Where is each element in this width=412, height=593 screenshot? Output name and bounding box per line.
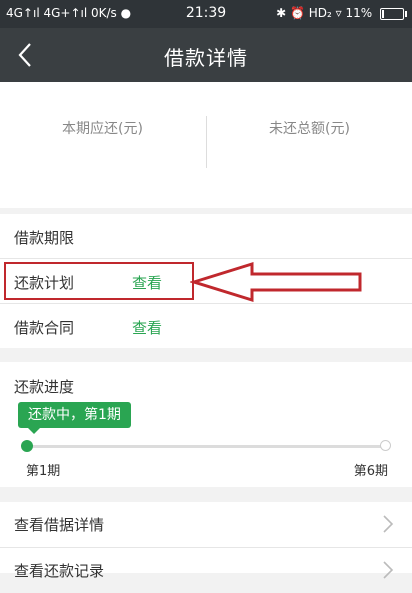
progress-current-dot — [21, 440, 33, 452]
view-loan-contract-link[interactable]: 查看 — [132, 317, 162, 338]
nav-bar: 借款详情 — [0, 28, 412, 82]
loan-summary: 本期应还(元) 未还总额(元) — [0, 82, 412, 208]
loan-detail-row[interactable]: 查看借据详情 — [0, 502, 412, 547]
annotation-highlight-box — [4, 262, 194, 300]
status-icons-text: ✱ ⏰ HD₂ ▿ 11% — [276, 6, 373, 20]
chevron-right-icon — [383, 561, 394, 579]
loan-detail-label: 查看借据详情 — [14, 516, 105, 534]
progress-track — [26, 445, 386, 448]
status-bar: 4G↑ıl 4G+↑ıl 0K/s ● 21:39 ✱ ⏰ HD₂ ▿ 11% — [0, 0, 412, 28]
total-unpaid-label: 未还总额(元) — [269, 121, 350, 137]
loan-contract-label: 借款合同 — [14, 319, 75, 337]
status-badge: 还款中，第1期 — [18, 402, 131, 434]
loan-term-label: 借款期限 — [14, 229, 75, 247]
repayment-progress-card: 还款进度 还款中，第1期 第1期 第6期 — [0, 362, 412, 487]
chevron-right-icon — [383, 515, 394, 533]
battery-icon — [380, 7, 407, 20]
repay-record-label: 查看还款记录 — [14, 562, 105, 580]
progress-end-label: 第6期 — [353, 464, 388, 479]
progress-title: 还款进度 — [14, 378, 75, 396]
progress-end-dot — [380, 440, 391, 451]
loan-term-row: 借款期限 — [0, 214, 412, 259]
progress-start-label: 第1期 — [26, 464, 61, 479]
page-title: 借款详情 — [164, 46, 248, 70]
annotation-arrow-icon — [190, 261, 362, 303]
repay-record-row[interactable]: 查看还款记录 — [0, 548, 412, 593]
status-icons: ✱ ⏰ HD₂ ▿ 11% — [276, 6, 407, 20]
bottom-menu: 查看借据详情 查看还款记录 — [0, 502, 412, 580]
current-due-label: 本期应还(元) — [62, 121, 143, 137]
battery-fill — [382, 9, 384, 18]
loan-contract-row[interactable]: 借款合同 查看 — [0, 304, 412, 349]
